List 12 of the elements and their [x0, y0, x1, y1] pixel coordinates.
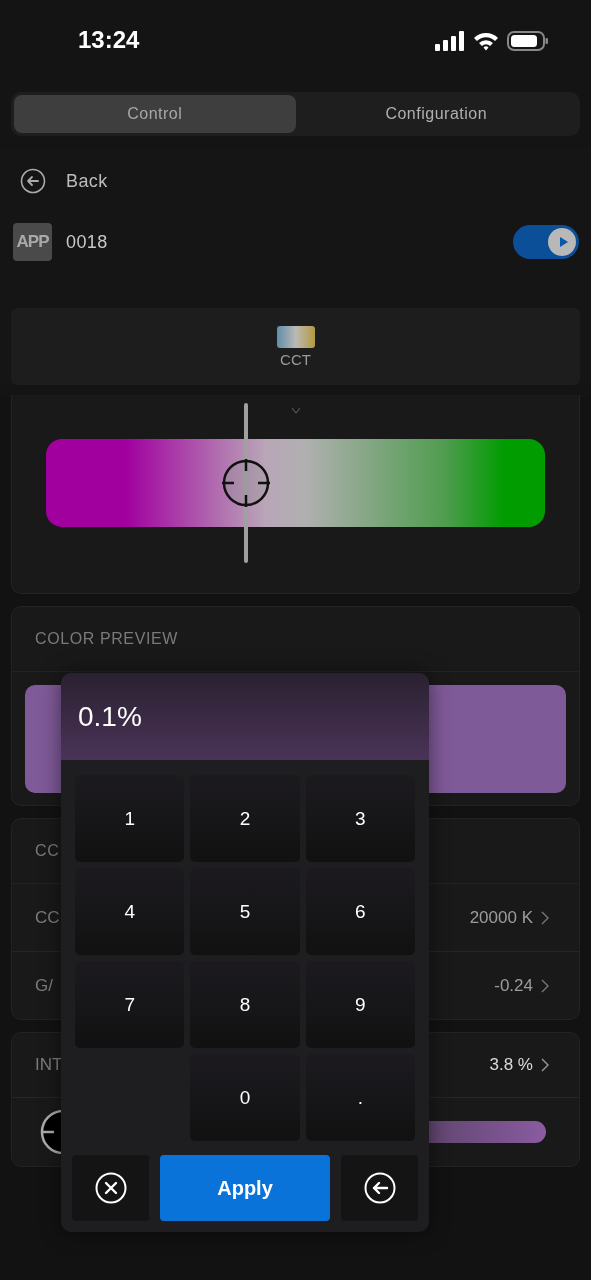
- row-value: -0.24: [494, 975, 533, 996]
- status-time: 13:24: [78, 26, 140, 54]
- section-title: COLOR PREVIEW: [35, 630, 178, 648]
- row-value: 3.8 %: [489, 1055, 533, 1075]
- keypad-display: 0.1%: [78, 700, 142, 733]
- row-label: INT: [35, 1055, 63, 1075]
- row-value: 20000 K: [469, 907, 533, 928]
- app-badge: APP: [13, 223, 52, 261]
- device-name: 0018: [66, 231, 109, 253]
- section-title: CC: [35, 842, 60, 860]
- row-label: CC: [35, 907, 60, 928]
- row-label: G/: [35, 975, 53, 996]
